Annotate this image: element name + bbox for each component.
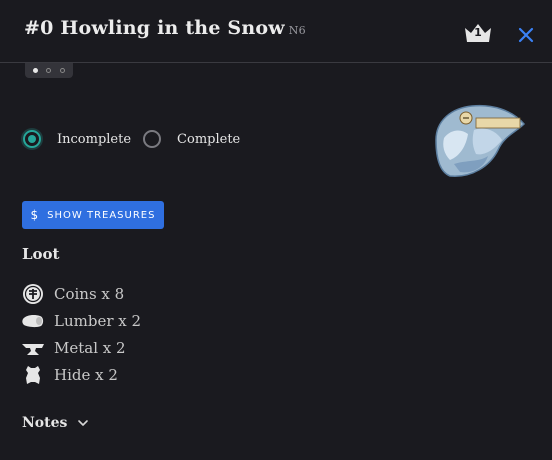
loot-heading: Loot: [22, 245, 60, 263]
loot-item-text: Hide x 2: [54, 365, 118, 384]
loot-item-lumber: Lumber x 2: [22, 307, 141, 334]
pager-dot[interactable]: [46, 68, 52, 73]
status-radio-group: Incomplete Complete: [23, 130, 250, 148]
hide-icon: [22, 364, 44, 386]
header: #0 Howling in the Snow N6 1: [0, 0, 552, 63]
radio-complete-circle[interactable]: [143, 130, 162, 148]
radio-incomplete-circle[interactable]: [23, 130, 41, 148]
radio-incomplete[interactable]: Incomplete: [23, 130, 131, 148]
notes-label: Notes: [22, 415, 68, 431]
show-treasures-button[interactable]: $ SHOW TREASURES: [22, 201, 164, 229]
show-treasures-label: SHOW TREASURES: [47, 209, 156, 221]
scenario-map-thumbnail[interactable]: [432, 100, 528, 180]
loot-item-coins: Coins x 8: [22, 280, 141, 307]
coin-icon: [22, 283, 44, 305]
loot-item-text: Lumber x 2: [54, 311, 142, 330]
lumber-icon: [22, 310, 44, 332]
anvil-icon: [22, 337, 44, 359]
radio-incomplete-label: Incomplete: [57, 131, 132, 147]
crown-level-icon[interactable]: 1: [463, 22, 493, 44]
loot-list: Coins x 8 Lumber x 2 Metal x 2 Hide x 2: [22, 280, 141, 388]
scenario-code: N6: [288, 24, 306, 37]
radio-complete-label: Complete: [177, 131, 241, 147]
scenario-title: #0 Howling in the Snow: [24, 17, 285, 39]
loot-item-metal: Metal x 2: [22, 334, 141, 361]
close-icon: [518, 27, 534, 43]
loot-item-text: Metal x 2: [54, 338, 126, 357]
radio-complete[interactable]: Complete: [143, 130, 240, 148]
pager-dot[interactable]: [33, 68, 39, 73]
close-button[interactable]: [515, 24, 537, 46]
chevron-down-icon: [78, 420, 89, 426]
loot-item-text: Coins x 8: [54, 284, 125, 303]
loot-item-hide: Hide x 2: [22, 361, 141, 388]
scenario-pager: [25, 63, 73, 78]
dollar-icon: $: [30, 208, 40, 222]
page-title: #0 Howling in the Snow N6: [24, 17, 306, 39]
notes-toggle[interactable]: Notes: [22, 415, 89, 431]
crown-level-number: 1: [474, 26, 482, 39]
pager-dot[interactable]: [59, 68, 65, 73]
